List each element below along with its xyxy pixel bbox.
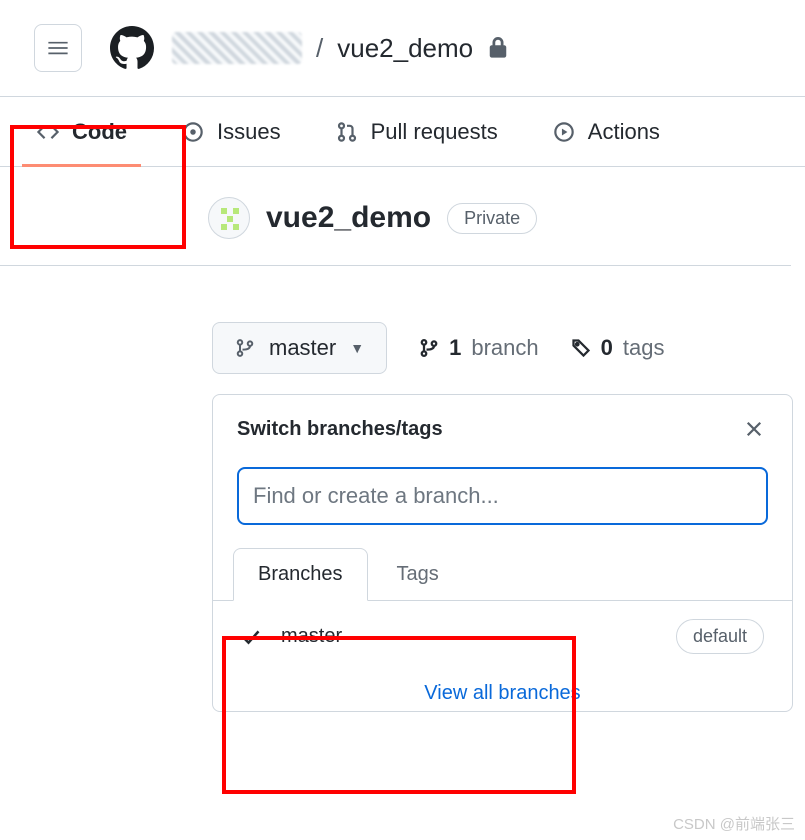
dropdown-tabs: Branches Tags [213,547,792,601]
branch-list-item[interactable]: master default [213,601,792,672]
visibility-badge: Private [447,203,537,234]
tab-code[interactable]: Code [28,97,135,166]
git-branch-icon [419,338,439,358]
current-branch-name: master [269,335,336,361]
tab-actions[interactable]: Actions [544,97,668,166]
view-all-branches-link[interactable]: View all branches [424,682,580,704]
dropdown-tab-tags[interactable]: Tags [372,548,464,601]
code-icon [36,120,60,144]
tag-count-label: tags [623,335,665,361]
dropdown-tab-branches[interactable]: Branches [233,548,368,601]
view-all-branches: View all branches [213,672,792,711]
actions-icon [552,120,576,144]
tags-link[interactable]: 0 tags [571,335,665,361]
branch-search-input[interactable] [237,467,768,525]
repo-link[interactable]: vue2_demo [337,33,473,64]
watermark: CSDN @前端张三 [673,813,795,834]
branch-count-label: branch [471,335,538,361]
tab-label: Pull requests [371,119,498,145]
repo-nav: Code Issues Pull requests Actions [0,97,805,167]
lock-icon [487,37,509,59]
git-branch-icon [235,338,255,358]
branch-picker-button[interactable]: master ▼ [212,322,387,374]
tag-count: 0 [601,335,613,361]
breadcrumb: / vue2_demo [172,32,509,64]
hamburger-menu-button[interactable] [34,24,82,72]
github-logo-icon[interactable] [108,24,156,72]
repo-avatar [208,197,250,239]
hamburger-icon [47,37,69,59]
breadcrumb-separator: / [316,33,323,64]
branches-link[interactable]: 1 branch [419,335,539,361]
owner-link[interactable] [172,32,302,64]
branch-toolbar: master ▼ 1 branch 0 tags [0,266,805,394]
branch-dropdown: Switch branches/tags Branches Tags maste… [212,394,793,712]
branch-item-name: master [281,625,342,648]
dropdown-title: Switch branches/tags [237,418,443,441]
pull-request-icon [335,120,359,144]
dropdown-header: Switch branches/tags [213,395,792,463]
close-icon [744,419,764,439]
close-button[interactable] [740,415,768,443]
check-icon [241,627,263,647]
caret-down-icon: ▼ [350,340,364,356]
branch-count: 1 [449,335,461,361]
repo-header: vue2_demo Private [0,167,791,266]
tab-pull-requests[interactable]: Pull requests [327,97,506,166]
tab-label: Issues [217,119,281,145]
tab-issues[interactable]: Issues [173,97,289,166]
issues-icon [181,120,205,144]
default-badge: default [676,619,764,654]
app-header: / vue2_demo [0,0,805,97]
tag-icon [571,338,591,358]
repo-title: vue2_demo [266,201,431,235]
tab-label: Code [72,119,127,145]
tab-label: Actions [588,119,660,145]
